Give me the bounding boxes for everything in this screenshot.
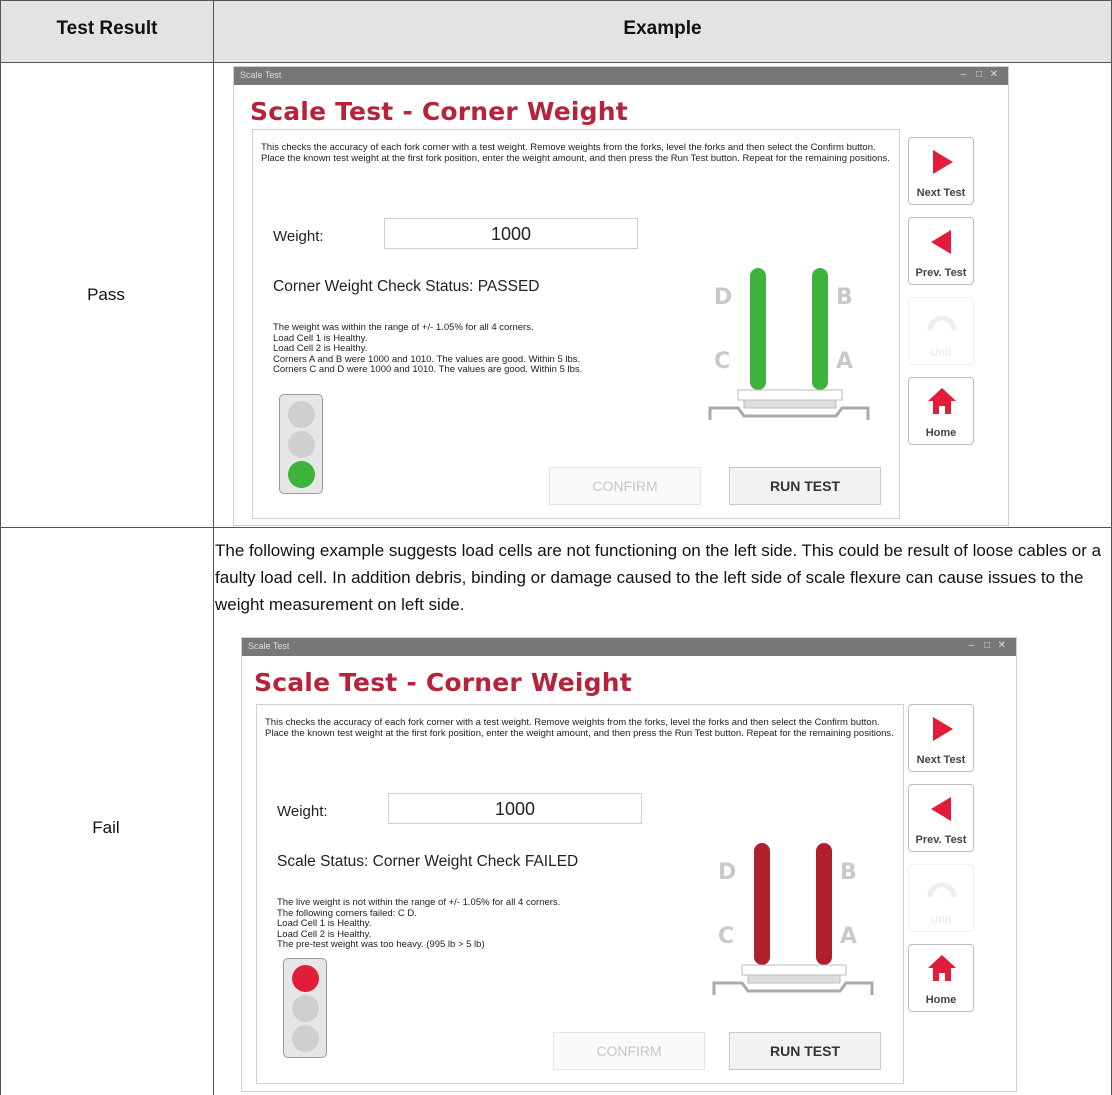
close-icon[interactable]: ✕ [998,640,1006,651]
table-border-top [0,0,1112,1]
app-window-fail: Scale Test – □ ✕ Scale Test - Corner Wei… [241,637,1017,1092]
home-label: Home [925,994,957,1006]
home-label: Home [925,427,957,439]
fork-right [812,268,828,390]
scale-base [747,974,841,984]
table-border-left [0,0,1,1095]
window-titlebar: Scale Test – □ ✕ [242,638,1016,656]
next-test-label: Next Test [916,187,966,199]
table-border-mid [213,0,214,1095]
status-text: Corner Weight Check Status: PASSED [273,278,540,295]
disabled-button: Unit [908,297,974,365]
prev-test-button[interactable]: Prev. Test [908,217,974,285]
gauge-icon [927,882,957,898]
traffic-light-middle [288,431,315,458]
header-example: Example [623,18,702,39]
home-button[interactable]: Home [908,377,974,445]
instructions-text: This checks the accuracy of each fork co… [265,717,894,739]
confirm-button[interactable]: CONFIRM [553,1032,705,1070]
details-text: The live weight is not within the range … [277,897,561,951]
home-button[interactable]: Home [908,944,974,1012]
detail-line: The weight was within the range of +/- 1… [273,322,534,333]
prev-test-label: Prev. Test [915,267,967,279]
corner-label-a: A [836,349,853,374]
header-test-result: Test Result [56,18,158,39]
traffic-light-bottom [292,1025,319,1052]
weight-label: Weight: [277,803,328,820]
fork-scale-graphic: D B C A [712,843,874,995]
window-title-text: Scale Test [248,641,290,651]
app-window-pass: Scale Test – □ ✕ Scale Test - Corner Wei… [233,66,1009,526]
traffic-light-top [288,401,315,428]
maximize-icon[interactable]: □ [984,640,990,651]
play-icon [933,717,953,741]
home-icon [928,955,956,981]
corner-label-d: D [718,860,736,885]
window-titlebar: Scale Test – □ ✕ [234,67,1008,85]
details-text: The weight was within the range of +/- 1… [273,322,583,376]
traffic-light [283,958,327,1058]
scale-frame [708,406,870,420]
scale-carriage [737,389,843,401]
disabled-button-label: Unit [930,347,952,359]
page-title: Scale Test - Corner Weight [254,668,632,697]
table-border-row [0,527,1112,528]
result-fail-label: Fail [92,818,120,837]
fork-scale-graphic: D B C A [708,268,870,420]
disabled-button: Unit [908,864,974,932]
traffic-light-top [292,965,319,992]
prev-test-label: Prev. Test [915,834,967,846]
instructions-text: This checks the accuracy of each fork co… [261,142,890,164]
minimize-icon[interactable]: – [960,69,966,80]
close-icon[interactable]: ✕ [990,69,998,80]
scale-base [743,399,837,409]
traffic-light-bottom [288,461,315,488]
home-icon [928,388,956,414]
confirm-button[interactable]: CONFIRM [549,467,701,505]
fork-right [816,843,832,965]
scale-carriage [741,964,847,976]
test-panel: This checks the accuracy of each fork co… [252,129,900,519]
fork-left [754,843,770,965]
next-test-label: Next Test [916,754,966,766]
play-icon [933,150,953,174]
window-title-text: Scale Test [240,70,282,80]
corner-label-a: A [840,924,857,949]
detail-line: The pre-test weight was too heavy. (995 … [277,939,485,950]
weight-input[interactable]: 1000 [388,793,642,824]
reverse-icon [931,230,951,254]
corner-label-b: B [836,285,853,310]
run-test-button[interactable]: RUN TEST [729,1032,881,1070]
weight-input[interactable]: 1000 [384,218,638,249]
prev-test-button[interactable]: Prev. Test [908,784,974,852]
corner-label-c: C [718,924,734,949]
traffic-light [279,394,323,494]
status-text: Scale Status: Corner Weight Check FAILED [277,853,579,870]
minimize-icon[interactable]: – [968,640,974,651]
next-test-button[interactable]: Next Test [908,137,974,205]
gauge-icon [927,315,957,331]
detail-line: Corners C and D were 1000 and 1010. The … [273,364,583,375]
maximize-icon[interactable]: □ [976,69,982,80]
corner-label-b: B [840,860,857,885]
weight-label: Weight: [273,228,324,245]
next-test-button[interactable]: Next Test [908,704,974,772]
fail-description: The following example suggests load cell… [215,541,1102,614]
reverse-icon [931,797,951,821]
detail-line: The live weight is not within the range … [277,897,561,908]
fork-left [750,268,766,390]
disabled-button-label: Unit [930,914,952,926]
result-pass-label: Pass [87,285,125,304]
traffic-light-middle [292,995,319,1022]
table-border-header [0,62,1112,63]
page-title: Scale Test - Corner Weight [250,97,628,126]
scale-frame [712,981,874,995]
detail-line: Load Cell 1 is Healthy. [277,918,372,929]
test-panel: This checks the accuracy of each fork co… [256,704,904,1084]
detail-line: Load Cell 2 is Healthy. [273,343,368,354]
corner-label-c: C [714,349,730,374]
corner-label-d: D [714,285,732,310]
run-test-button[interactable]: RUN TEST [729,467,881,505]
